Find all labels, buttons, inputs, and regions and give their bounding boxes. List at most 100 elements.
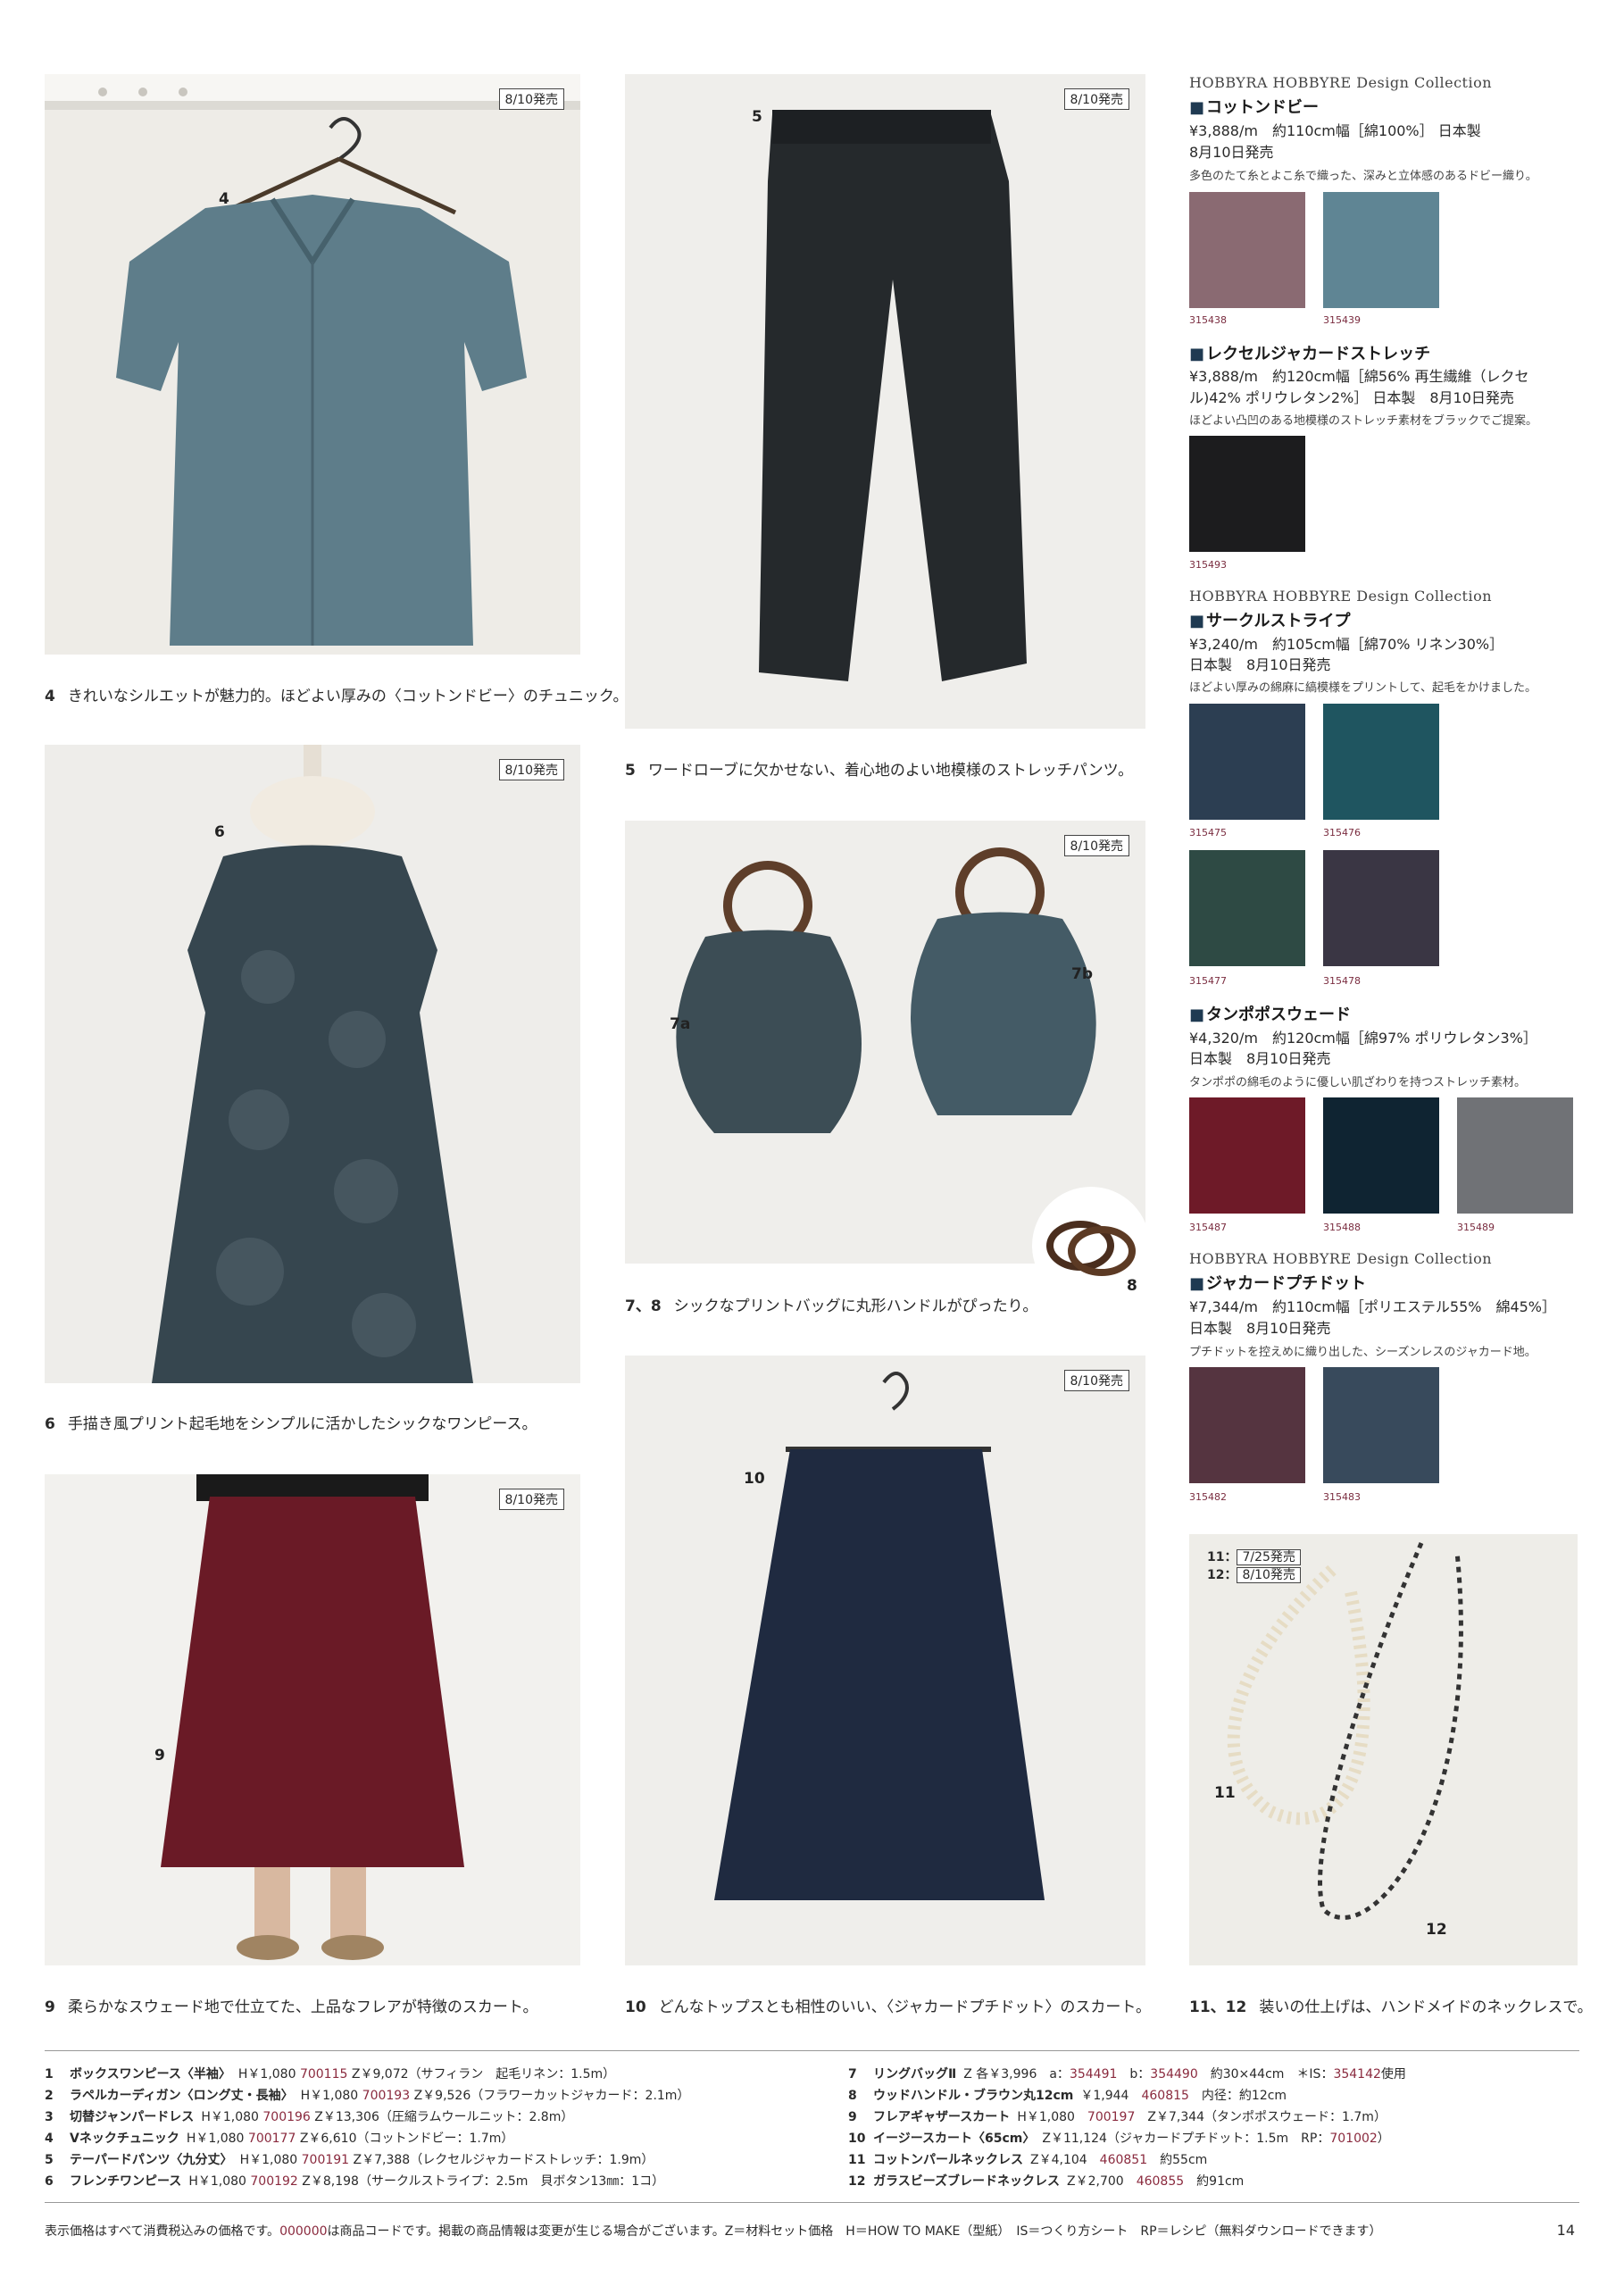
fabric-spec: ¥3,888/m 約110cm幅［綿100%］ 日本製: [1189, 122, 1481, 139]
swatch-code: 315488: [1323, 1222, 1361, 1233]
photo-label: 4: [219, 190, 229, 208]
brand-line: HOBBYRA HOBBYRE Design Collection: [1189, 1250, 1493, 1267]
release-badge: 8/10発売: [1063, 835, 1129, 856]
brand-line: HOBBYRA HOBBYRE Design Collection: [1189, 588, 1493, 605]
photo-label: 7a: [670, 1015, 691, 1033]
photo-label: 8: [1127, 1277, 1137, 1295]
fabric-name-text: ジャカードプチドット: [1206, 1274, 1367, 1293]
caption-5: 5 ワードローブに欠かせない、着心地のよい地模様のストレッチパンツ。: [625, 757, 1133, 780]
caption-text: ワードローブに欠かせない、着心地のよい地模様のストレッチパンツ。: [647, 762, 1134, 780]
caption-4: 4 きれいなシルエットが魅力的。ほどよい厚みの〈コットンドビー〉のチュニック。: [45, 683, 628, 705]
swatch-code: 315478: [1323, 975, 1361, 987]
caption-text: 手描き風プリント起毛地をシンプルに活かしたシックなワンピース。: [67, 1415, 537, 1433]
product-row: 2 ラペルカーディガン〈ロング丈・長袖〉 H￥1,080 700193 Z￥9,52…: [45, 2089, 690, 2103]
fabric-swatch: [1189, 704, 1305, 820]
fabric-spec: ¥3,888/m 約120cm幅［綿56% 再生繊維（レクセ: [1189, 368, 1529, 385]
caption-text: どんなトップスとも相性のいい、〈ジャカードプチドット〉のスカート。: [658, 1998, 1151, 2016]
photo-label: 11: [1214, 1784, 1236, 1802]
photo-label: 12：: [1207, 1568, 1237, 1582]
release-badge: 8/10発売: [1063, 1370, 1129, 1391]
fabric-name: ■ タンポポスウェード: [1189, 1002, 1351, 1025]
product-row: 6 フレンチワンピース H￥1,080 700192 Z￥8,198（サークルストラ…: [45, 2174, 665, 2189]
photo-necklaces: 11： 7/25発売 12： 8/10発売 11 12: [1189, 1534, 1578, 1965]
photo-label: 9: [154, 1747, 165, 1765]
caption-10: 10 どんなトップスとも相性のいい、〈ジャカードプチドット〉のスカート。: [625, 1994, 1151, 2016]
fabric-spec: ¥4,320/m 約120cm幅［綿97% ポリウレタン3%］: [1189, 1030, 1537, 1047]
caption-6: 6 手描き風プリント起毛地をシンプルに活かしたシックなワンピース。: [45, 1411, 537, 1433]
fabric-spec: ル)42% ポリウレタン2%］ 日本製 8月10日発売: [1189, 389, 1514, 406]
product-row: 1 ボックスワンピース〈半袖〉 H￥1,080 700115 Z￥9,072（サフィ…: [45, 2067, 616, 2082]
red-skirt-illustration: [161, 1474, 464, 1960]
fabric-swatch: [1323, 704, 1439, 820]
fabric-spec: 日本製 8月10日発売: [1189, 1050, 1331, 1067]
swatch-code: 315489: [1457, 1222, 1495, 1233]
fabric-spec: ¥3,240/m 約105cm幅［綿70% リネン30%］: [1189, 636, 1504, 653]
fabric-swatch: [1323, 850, 1439, 966]
caption-11-12: 11、12 装いの仕上げは、ハンドメイドのネックレスで。: [1189, 1994, 1593, 2016]
caption-text: 装いの仕上げは、ハンドメイドのネックレスで。: [1259, 1998, 1593, 2016]
fabric-description: ほどよい厚みの綿麻に縞模様をプリントして、起毛をかけました。: [1189, 681, 1537, 695]
caption-9: 9 柔らかなスウェード地で仕立てた、上品なフレアが特徴のスカート。: [45, 1994, 538, 2016]
swatch-code: 315438: [1189, 314, 1227, 326]
fabric-description: プチドットを控えめに織り出した、シーズンレスのジャカード地。: [1189, 1346, 1537, 1359]
bullet-square-icon: ■: [1189, 98, 1205, 117]
product-row: 5 テーパードパンツ〈九分丈〉 H￥1,080 700191 Z￥7,388（レクセ…: [45, 2153, 654, 2167]
caption-number: 9: [45, 1998, 55, 2016]
bullet-square-icon: ■: [1189, 1005, 1205, 1024]
fabric-name: ■ ジャカードプチドット: [1189, 1271, 1366, 1294]
release-tags: 11： 7/25発売 12： 8/10発売: [1207, 1548, 1301, 1584]
photo-tunic: 8/10発売 4: [45, 74, 580, 655]
fabric-description: タンポポの綿毛のように優しい肌ざわりを持つストレッチ素材。: [1189, 1076, 1527, 1089]
photo-label: 5: [752, 108, 762, 126]
footer-note: 表示価格はすべて消費税込みの価格です。000000は商品コードです。掲載の商品情…: [45, 2224, 1382, 2239]
release-badge: 8/10発売: [498, 1489, 564, 1510]
swatch-code: 315483: [1323, 1491, 1361, 1503]
caption-number: 6: [45, 1415, 55, 1433]
product-row: 4 Vネックチュニック H￥1,080 700177 Z￥6,610（コットンドビー…: [45, 2132, 514, 2146]
swatch-code: 315487: [1189, 1222, 1227, 1233]
product-row: 7 リングバッグⅡ Z 各￥3,996 a：354491 b：354490 約30×…: [848, 2067, 1406, 2082]
photo-pants: 8/10発売 5: [625, 74, 1145, 729]
page-number: 14: [1556, 2222, 1575, 2239]
fabric-swatch: [1189, 436, 1305, 552]
caption-number: 4: [45, 688, 55, 705]
table-top-rule: [45, 2050, 1579, 2051]
swatch-code: 315477: [1189, 975, 1227, 987]
swatch-code: 315493: [1189, 559, 1227, 571]
fabric-name-text: レクセルジャカードストレッチ: [1206, 345, 1431, 363]
brand-line: HOBBYRA HOBBYRE Design Collection: [1189, 74, 1493, 91]
photo-label: 6: [214, 823, 225, 841]
caption-number: 10: [625, 1998, 646, 2016]
photo-label: 12: [1426, 1921, 1447, 1939]
caption-text: シックなプリントバッグに丸形ハンドルがぴったり。: [673, 1297, 1038, 1315]
fabric-swatch: [1189, 850, 1305, 966]
fabric-name-text: サークルストライプ: [1206, 612, 1351, 630]
fabric-name: ■ サークルストライプ: [1189, 608, 1350, 631]
navy-skirt-illustration: [714, 1372, 1045, 1900]
fabric-spec: ¥7,344/m 約110cm幅［ポリエステル55% 綿45%］: [1189, 1298, 1557, 1315]
tunic-illustration: [45, 74, 580, 646]
fabric-name: ■ コットンドビー: [1189, 95, 1319, 118]
photo-red-skirt: 8/10発売 9: [45, 1474, 580, 1965]
product-row: 12 ガラスビーズブレードネックレス Z￥2,700 460855 約91cm: [848, 2174, 1245, 2189]
photo-dress: 8/10発売 6: [45, 745, 580, 1383]
fabric-swatch: [1189, 1097, 1305, 1214]
product-row: 3 切替ジャンパードレス H￥1,080 700196 Z￥13,306（圧縮ラムウ…: [45, 2110, 574, 2124]
caption-number: 7、8: [625, 1297, 662, 1315]
fabric-spec: 日本製 8月10日発売: [1189, 656, 1331, 673]
product-row: 8 ウッドハンドル・ブラウン丸12cm ￥1,944 460815 内径：約12cm: [848, 2089, 1287, 2103]
photo-label: 7b: [1071, 965, 1093, 983]
fabric-name: ■ レクセルジャカードストレッチ: [1189, 341, 1430, 364]
release-badge: 8/10発売: [1063, 88, 1129, 110]
caption-text: きれいなシルエットが魅力的。ほどよい厚みの〈コットンドビー〉のチュニック。: [67, 688, 629, 705]
release-badge: 8/10発売: [498, 88, 564, 110]
bullet-square-icon: ■: [1189, 612, 1205, 630]
fabric-description: ほどよい凸凹のある地模様のストレッチ素材をブラックでご提案。: [1189, 414, 1538, 428]
bullet-square-icon: ■: [1189, 345, 1205, 363]
photo-navy-skirt: 8/10発売 10: [625, 1356, 1145, 1965]
caption-text: 柔らかなスウェード地で仕立てた、上品なフレアが特徴のスカート。: [67, 1998, 538, 2016]
fabric-swatch: [1189, 192, 1305, 308]
product-row: 9 フレアギャザースカート H￥1,080 700197 Z￥7,344（タンポポス…: [848, 2110, 1387, 2124]
bullet-square-icon: ■: [1189, 1274, 1205, 1293]
release-badge: 8/10発売: [498, 759, 564, 780]
